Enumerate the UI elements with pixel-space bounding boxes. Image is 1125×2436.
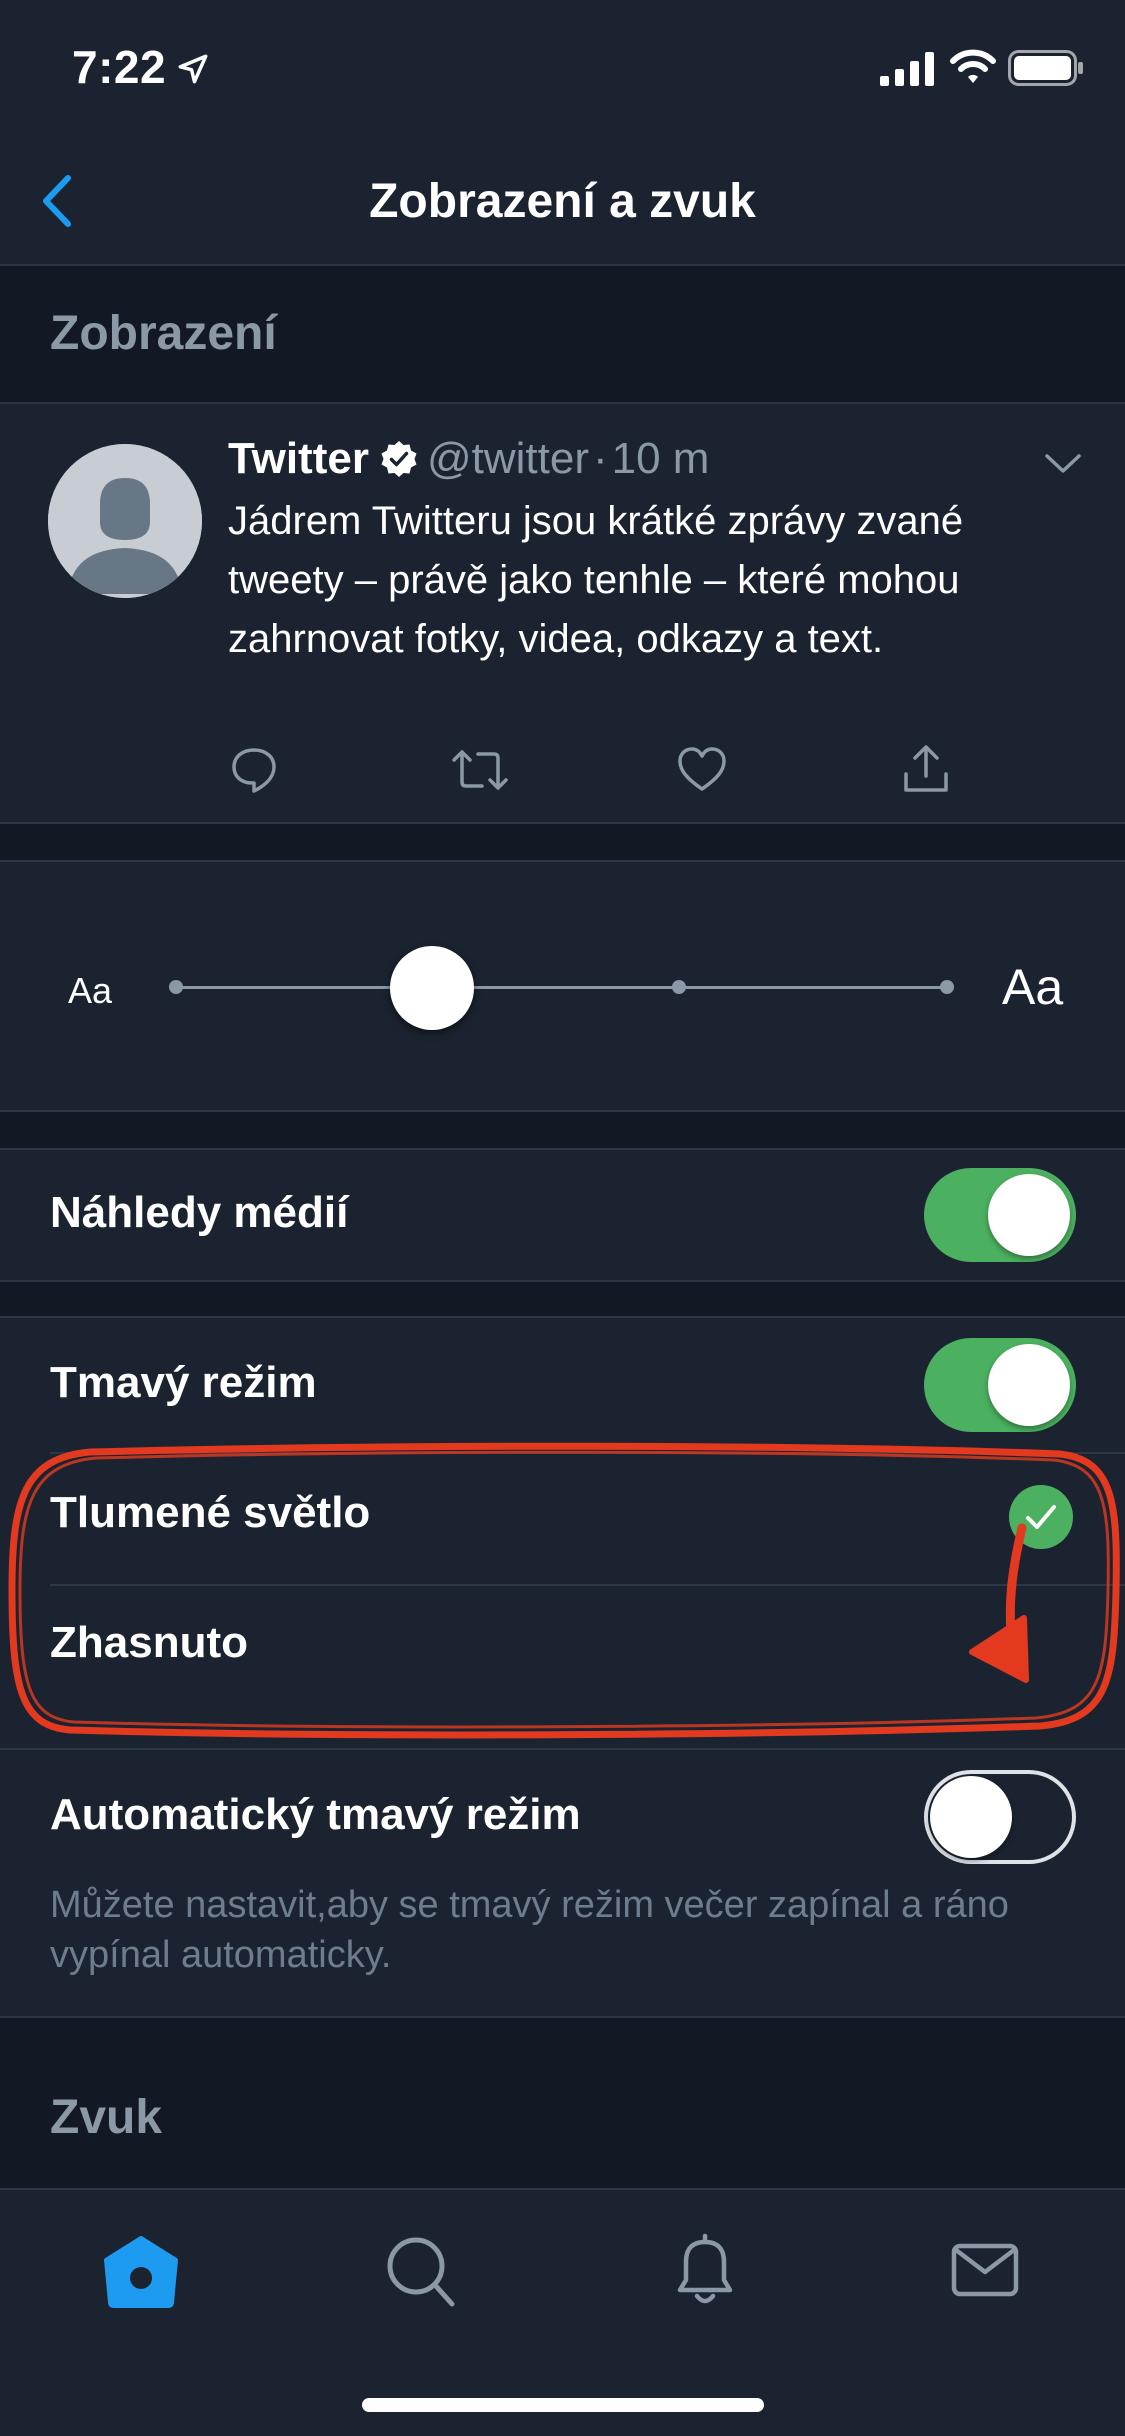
section-title-sound: Zvuk	[50, 2091, 163, 2144]
battery-icon	[1008, 50, 1083, 86]
tweet-header: Twitter @twitter·10 m	[228, 434, 709, 484]
tweet-text: Jádrem Twitteru jsou krátké zprávy zvané…	[228, 499, 964, 661]
notifications-icon[interactable]	[660, 2230, 750, 2310]
auto-dark-mode-row[interactable]: Automatický tmavý režim	[0, 1750, 1125, 1884]
tweet-timestamp: 10 m	[611, 434, 710, 483]
slider-tick	[940, 980, 954, 994]
dark-mode-toggle[interactable]	[924, 1338, 1076, 1432]
dark-mode-row[interactable]: Tmavý režim	[0, 1318, 1125, 1452]
default-avatar-icon	[48, 444, 202, 598]
font-size-slider-thumb[interactable]	[390, 946, 474, 1030]
status-bar: 7:22	[0, 0, 1125, 140]
chevron-down-icon[interactable]	[1044, 452, 1082, 476]
font-size-small-label: Aa	[68, 970, 113, 1011]
auto-dark-mode-toggle[interactable]	[924, 1770, 1076, 1864]
search-icon[interactable]	[376, 2230, 466, 2310]
navigation-bar: Zobrazení a zvuk	[0, 140, 1125, 266]
slider-tick	[169, 980, 183, 994]
like-icon[interactable]	[676, 744, 728, 796]
toggle-knob	[930, 1776, 1012, 1858]
dim-option-row[interactable]: Tlumené světlo	[0, 1454, 1125, 1584]
section-header-sound: Zvuk	[0, 2018, 1125, 2188]
checkmark-icon	[1009, 1485, 1073, 1549]
status-time: 7:22	[72, 41, 167, 93]
media-previews-group: Náhledy médií	[0, 1148, 1125, 1282]
tweet-separator: ·	[592, 434, 608, 483]
slider-tick	[672, 980, 686, 994]
lights-out-option-row[interactable]: Zhasnuto	[0, 1586, 1125, 1716]
share-icon[interactable]	[900, 744, 952, 796]
verified-badge-icon	[381, 441, 417, 477]
section-header-display: Zobrazení	[0, 266, 1125, 402]
home-indicator[interactable]	[362, 2398, 764, 2412]
lights-out-option-label: Zhasnuto	[50, 1618, 248, 1667]
wifi-icon	[950, 49, 996, 83]
media-previews-row[interactable]: Náhledy médií	[0, 1150, 1125, 1280]
dim-option-label: Tlumené světlo	[50, 1488, 371, 1537]
tweet-handle: @twitter	[426, 434, 589, 483]
location-arrow-icon	[178, 54, 208, 84]
home-icon[interactable]	[96, 2230, 186, 2310]
toggle-knob	[988, 1344, 1070, 1426]
auto-dark-mode-group: Automatický tmavý režim Můžete nastavit,…	[0, 1748, 1125, 2018]
dark-mode-group: Tmavý režim Tlumené světlo Zhasnuto	[0, 1316, 1125, 1750]
section-title-display: Zobrazení	[50, 307, 277, 360]
dark-mode-label: Tmavý režim	[50, 1358, 317, 1407]
font-size-slider-row: Aa Aa	[0, 860, 1125, 1112]
tweet-author-name: Twitter	[228, 434, 369, 483]
reply-icon[interactable]	[228, 744, 280, 796]
font-size-large-label: Aa	[1002, 959, 1064, 1015]
screen: 7:22 Zobrazení a zvuk Zobrazení Twitter …	[0, 0, 1125, 2436]
tweet-preview: Twitter @twitter·10 m Jádrem Twitteru js…	[0, 402, 1125, 824]
retweet-icon[interactable]	[450, 744, 510, 796]
messages-icon[interactable]	[940, 2230, 1030, 2310]
toggle-knob	[988, 1174, 1070, 1256]
auto-dark-mode-label: Automatický tmavý režim	[50, 1790, 581, 1839]
media-previews-label: Náhledy médií	[50, 1188, 349, 1237]
tweet-actions	[228, 744, 988, 804]
font-size-slider-track[interactable]	[176, 986, 947, 989]
signal-icon	[880, 52, 934, 86]
auto-dark-mode-description: Můžete nastavit,aby se tmavý režim večer…	[50, 1884, 1009, 1976]
media-previews-toggle[interactable]	[924, 1168, 1076, 1262]
page-title: Zobrazení a zvuk	[369, 175, 756, 228]
avatar	[48, 444, 202, 598]
